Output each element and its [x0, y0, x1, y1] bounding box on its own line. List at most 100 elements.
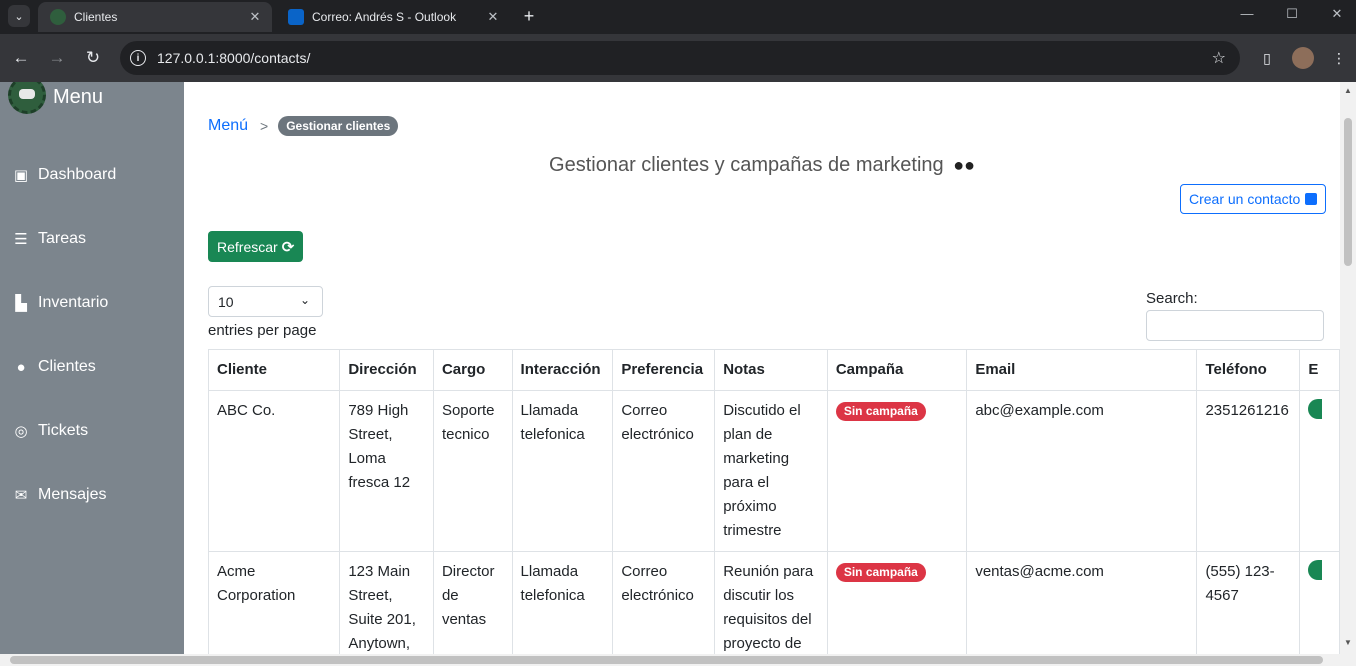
cell-extra — [1299, 551, 1340, 665]
minimize-icon[interactable]: — — [1233, 6, 1261, 21]
cell-email: ventas@acme.com — [966, 551, 1198, 665]
column-header[interactable]: Notas — [714, 349, 828, 391]
refresh-icon: ⟳ — [281, 238, 295, 256]
headset-icon: ◎ — [14, 423, 28, 440]
envelope-icon: ✉ — [14, 487, 28, 504]
search-input[interactable] — [1146, 310, 1324, 341]
create-contact-label: Crear un contacto — [1189, 191, 1301, 207]
maximize-icon[interactable]: ☐ — [1278, 6, 1306, 22]
column-header[interactable]: Interacción — [511, 349, 614, 391]
browser-tab-bar: ⌄ Clientes ✕ Correo: Andrés S - Outlook … — [0, 0, 1356, 34]
url-text: 127.0.0.1:8000/contacts/ — [157, 50, 311, 66]
cell-direccion: 789 High Street, Loma fresca 12 — [339, 390, 434, 552]
sidebar-brand[interactable]: Menu — [8, 82, 103, 114]
cell-campana: Sin campaña — [826, 390, 968, 552]
column-header[interactable]: E — [1299, 349, 1340, 391]
sidebar-item-label: Tareas — [38, 230, 87, 247]
cell-interaccion: Llamada telefonica — [511, 390, 614, 552]
column-header[interactable]: Teléfono — [1196, 349, 1301, 391]
search-label: Search: — [1146, 290, 1198, 307]
column-header[interactable]: Dirección — [339, 349, 434, 391]
sidebar-item-clientes[interactable]: ● Clientes — [10, 358, 96, 376]
side-panel-icon[interactable]: ▯ — [1256, 47, 1278, 69]
outlook-favicon-icon — [288, 9, 304, 25]
tab-search-chevron-icon[interactable]: ⌄ — [8, 5, 30, 27]
campaign-badge: Sin campaña — [835, 402, 926, 421]
cell-cliente: ABC Co. — [207, 390, 341, 552]
inventory-icon: ▙ — [15, 295, 27, 312]
horizontal-scrollbar[interactable] — [0, 654, 1356, 666]
tab-title: Correo: Andrés S - Outlook — [312, 10, 457, 24]
breadcrumb-current: Gestionar clientes — [278, 116, 399, 136]
dashboard-icon: ▣ — [13, 167, 29, 184]
brand-label: Menu — [53, 85, 104, 108]
bookmark-star-icon[interactable]: ☆ — [1212, 48, 1226, 68]
cell-campana: Sin campaña — [826, 551, 968, 665]
sidebar-item-label: Tickets — [38, 422, 89, 439]
column-header[interactable]: Cliente — [207, 349, 341, 391]
sidebar-item-dashboard[interactable]: ▣ Dashboard — [10, 166, 116, 184]
column-header[interactable]: Preferencia — [612, 349, 716, 391]
breadcrumb-home-link[interactable]: Menú — [208, 117, 248, 135]
reload-icon[interactable]: ↻ — [81, 46, 105, 70]
sidebar-item-mensajes[interactable]: ✉ Mensajes — [10, 486, 107, 504]
cell-preferencia: Correo electrónico — [612, 390, 716, 552]
sidebar-item-tareas[interactable]: ☰ Tareas — [10, 230, 86, 248]
profile-avatar[interactable] — [1292, 47, 1314, 69]
scroll-up-icon[interactable]: ▲ — [1344, 86, 1352, 95]
cell-extra — [1299, 390, 1340, 552]
sidebar: Menu ▣ Dashboard ☰ Tareas ▙ Inventario ●… — [0, 82, 184, 666]
page-viewport: Menu ▣ Dashboard ☰ Tareas ▙ Inventario ●… — [0, 82, 1356, 666]
cell-notas: Discutido el plan de marketing para el p… — [714, 390, 828, 552]
close-window-icon[interactable]: ✕ — [1323, 6, 1351, 22]
address-bar[interactable]: i 127.0.0.1:8000/contacts/ ☆ — [120, 41, 1240, 75]
column-header[interactable]: Cargo — [432, 349, 513, 391]
cell-cargo: Director de ventas — [432, 551, 513, 665]
close-tab-icon[interactable]: ✕ — [484, 8, 502, 26]
sidebar-item-tickets[interactable]: ◎ Tickets — [10, 422, 88, 440]
status-badge — [1308, 560, 1323, 580]
sidebar-item-label: Clientes — [38, 358, 96, 375]
app-favicon-icon — [50, 9, 66, 25]
tasks-icon: ☰ — [14, 231, 28, 248]
main-content: Menú > Gestionar clientes Gestionar clie… — [184, 82, 1340, 666]
tab-clientes[interactable]: Clientes ✕ — [38, 2, 272, 32]
entries-per-page-value: 10 — [218, 293, 234, 310]
users-icon: ● — [16, 358, 26, 376]
contact-card-icon — [1305, 193, 1318, 205]
scroll-down-icon[interactable]: ▼ — [1344, 638, 1352, 647]
scrollbar-thumb[interactable] — [10, 656, 1323, 664]
entries-per-page-select[interactable]: 10 ⌄ — [208, 286, 323, 317]
new-tab-icon[interactable]: + — [518, 5, 540, 27]
create-contact-button[interactable]: Crear un contacto — [1180, 184, 1327, 214]
page-title: Gestionar clientes y campañas de marketi… — [549, 154, 944, 176]
cell-telefono: (555) 123-4567 — [1196, 551, 1301, 665]
cell-telefono: 2351261216 — [1196, 390, 1301, 552]
entries-per-page-label: entries per page — [208, 322, 317, 339]
status-badge — [1308, 399, 1323, 419]
tab-outlook[interactable]: Correo: Andrés S - Outlook ✕ — [276, 2, 510, 32]
scrollbar-thumb[interactable] — [1344, 118, 1352, 266]
cell-interaccion: Llamada telefonica — [511, 551, 614, 665]
cell-direccion: 123 Main Street, Suite 201, Anytown, — [339, 551, 434, 665]
more-menu-icon[interactable]: ⋮ — [1328, 47, 1350, 69]
close-tab-icon[interactable]: ✕ — [246, 8, 264, 26]
browser-toolbar: ← → ↻ i 127.0.0.1:8000/contacts/ ☆ ▯ ⋮ — [0, 34, 1356, 82]
vertical-scrollbar[interactable]: ▲ ▼ — [1340, 82, 1356, 666]
cell-cliente: Acme Corporation — [207, 551, 341, 665]
table-header-row: Cliente Dirección Cargo Interacción Pref… — [207, 349, 1340, 391]
page-title-row: Gestionar clientes y campañas de marketi… — [184, 154, 1340, 177]
refresh-button[interactable]: Refrescar ⟳ — [208, 231, 304, 262]
back-icon[interactable]: ← — [9, 46, 33, 70]
sidebar-item-label: Inventario — [38, 294, 109, 311]
column-header[interactable]: Email — [966, 349, 1198, 391]
tab-title: Clientes — [74, 10, 118, 24]
sidebar-item-label: Mensajes — [38, 486, 107, 503]
breadcrumb: Menú > Gestionar clientes — [208, 116, 399, 136]
site-info-icon[interactable]: i — [130, 50, 146, 66]
column-header[interactable]: Campaña — [826, 349, 968, 391]
forward-icon[interactable]: → — [45, 46, 69, 70]
cell-notas: Reunión para discutir los requisitos del… — [714, 551, 828, 665]
sidebar-item-inventario[interactable]: ▙ Inventario — [10, 294, 108, 312]
refresh-label: Refrescar — [217, 238, 278, 255]
